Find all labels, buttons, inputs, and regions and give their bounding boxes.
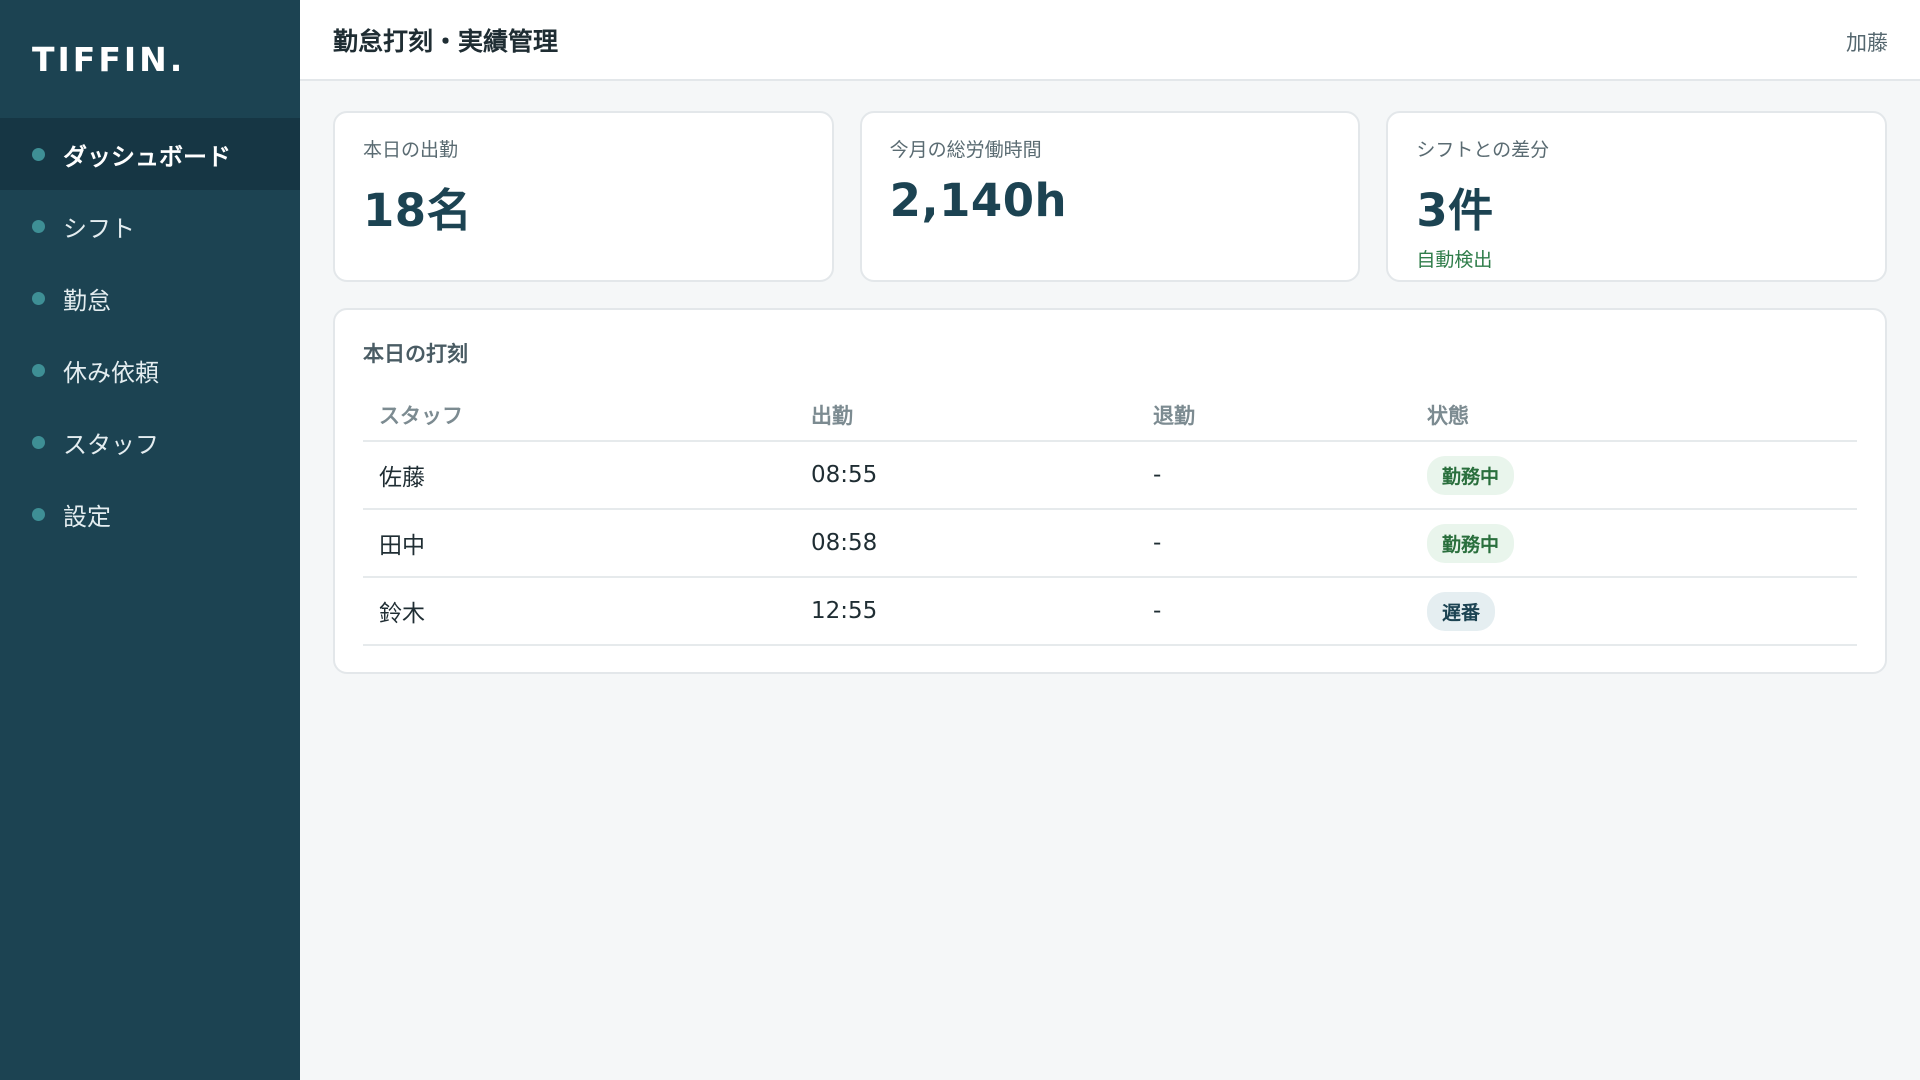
table-header-row: スタッフ 出勤 退勤 状態: [363, 390, 1857, 442]
sidebar: TIFFIN. ダッシュボード シフト 勤怠 休み依頼 スタッフ 設定: [0, 0, 300, 1080]
stats-row: 本日の出勤 18名 今月の総労働時間 2,140h シフトとの差分 3件 自動検…: [333, 111, 1888, 282]
table-row[interactable]: 鈴木 12:55 - 遅番: [363, 577, 1857, 646]
cell-status: 遅番: [1411, 577, 1857, 646]
punch-table: スタッフ 出勤 退勤 状態 佐藤 08:55 - 勤務中 田中 08:58 - …: [363, 390, 1857, 646]
punch-panel: 本日の打刻 スタッフ 出勤 退勤 状態 佐藤 08:55 - 勤務中 田中 08…: [333, 308, 1887, 674]
page-title: 勤怠打刻・実績管理: [333, 26, 559, 56]
sidebar-item-dashboard[interactable]: ダッシュボード: [0, 118, 300, 190]
table-row[interactable]: 佐藤 08:55 - 勤務中: [363, 441, 1857, 510]
cell-staff: 田中: [363, 509, 795, 578]
sidebar-item-label: 勤怠: [63, 286, 111, 315]
stat-card-shift-diff: シフトとの差分 3件 自動検出: [1386, 111, 1888, 282]
sidebar-item-settings[interactable]: 設定: [0, 478, 300, 550]
cell-clock-out: -: [1137, 509, 1411, 578]
cell-status: 勤務中: [1411, 509, 1857, 578]
cell-clock-out: -: [1137, 577, 1411, 646]
sidebar-item-label: スタッフ: [63, 430, 159, 459]
user-menu[interactable]: 加藤: [1846, 23, 1888, 57]
stat-label: シフトとの差分: [1416, 139, 1550, 161]
dot-icon: [32, 363, 45, 377]
dot-icon: [32, 147, 45, 161]
cell-staff: 鈴木: [363, 577, 795, 646]
panel-title: 本日の打刻: [363, 342, 468, 366]
cell-clock-out: -: [1137, 441, 1411, 510]
stat-card-monthly-hours: 今月の総労働時間 2,140h: [859, 111, 1361, 282]
status-badge: 遅番: [1427, 591, 1496, 631]
sidebar-item-shift[interactable]: シフト: [0, 190, 300, 262]
column-header-status: 状態: [1411, 390, 1857, 442]
app-root: TIFFIN. ダッシュボード シフト 勤怠 休み依頼 スタッフ 設定 勤怠打刻…: [0, 0, 1920, 1080]
status-badge: 勤務中: [1427, 523, 1515, 563]
column-header-staff: スタッフ: [363, 390, 795, 442]
cell-clock-in: 08:55: [795, 441, 1137, 510]
sidebar-item-label: シフト: [63, 214, 135, 243]
content: 本日の出勤 18名 今月の総労働時間 2,140h シフトとの差分 3件 自動検…: [300, 81, 1920, 674]
cell-staff: 佐藤: [363, 441, 795, 510]
stat-value: 2,140h: [889, 174, 1068, 227]
column-header-clock-out: 退勤: [1137, 390, 1411, 442]
sidebar-item-label: ダッシュボード: [63, 142, 231, 171]
dot-icon: [32, 435, 45, 449]
cell-status: 勤務中: [1411, 441, 1857, 510]
table-row[interactable]: 田中 08:58 - 勤務中: [363, 509, 1857, 578]
stat-card-today-attendance: 本日の出勤 18名: [333, 111, 834, 282]
sidebar-item-label: 休み依頼: [63, 358, 159, 387]
sidebar-item-staff[interactable]: スタッフ: [0, 406, 300, 478]
stat-label: 今月の総労働時間: [889, 139, 1042, 161]
cell-clock-in: 08:58: [795, 509, 1137, 578]
main-area: 勤怠打刻・実績管理 加藤 本日の出勤 18名 今月の総労働時間 2,140h シ…: [300, 0, 1920, 1080]
status-badge: 勤務中: [1427, 455, 1515, 495]
dot-icon: [32, 291, 45, 305]
stat-value: 18名: [363, 184, 473, 237]
stat-label: 本日の出勤: [363, 139, 459, 161]
sidebar-item-label: 設定: [63, 502, 111, 531]
column-header-clock-in: 出勤: [795, 390, 1137, 442]
brand-logo[interactable]: TIFFIN.: [0, 0, 300, 118]
sidebar-nav: ダッシュボード シフト 勤怠 休み依頼 スタッフ 設定: [0, 118, 300, 550]
stat-value: 3件: [1416, 184, 1494, 237]
sidebar-item-leave-requests[interactable]: 休み依頼: [0, 334, 300, 406]
cell-clock-in: 12:55: [795, 577, 1137, 646]
sidebar-item-attendance[interactable]: 勤怠: [0, 262, 300, 334]
top-bar: 勤怠打刻・実績管理 加藤: [300, 0, 1920, 81]
stat-note: 自動検出: [1416, 249, 1493, 271]
dot-icon: [32, 219, 45, 233]
dot-icon: [32, 507, 45, 521]
